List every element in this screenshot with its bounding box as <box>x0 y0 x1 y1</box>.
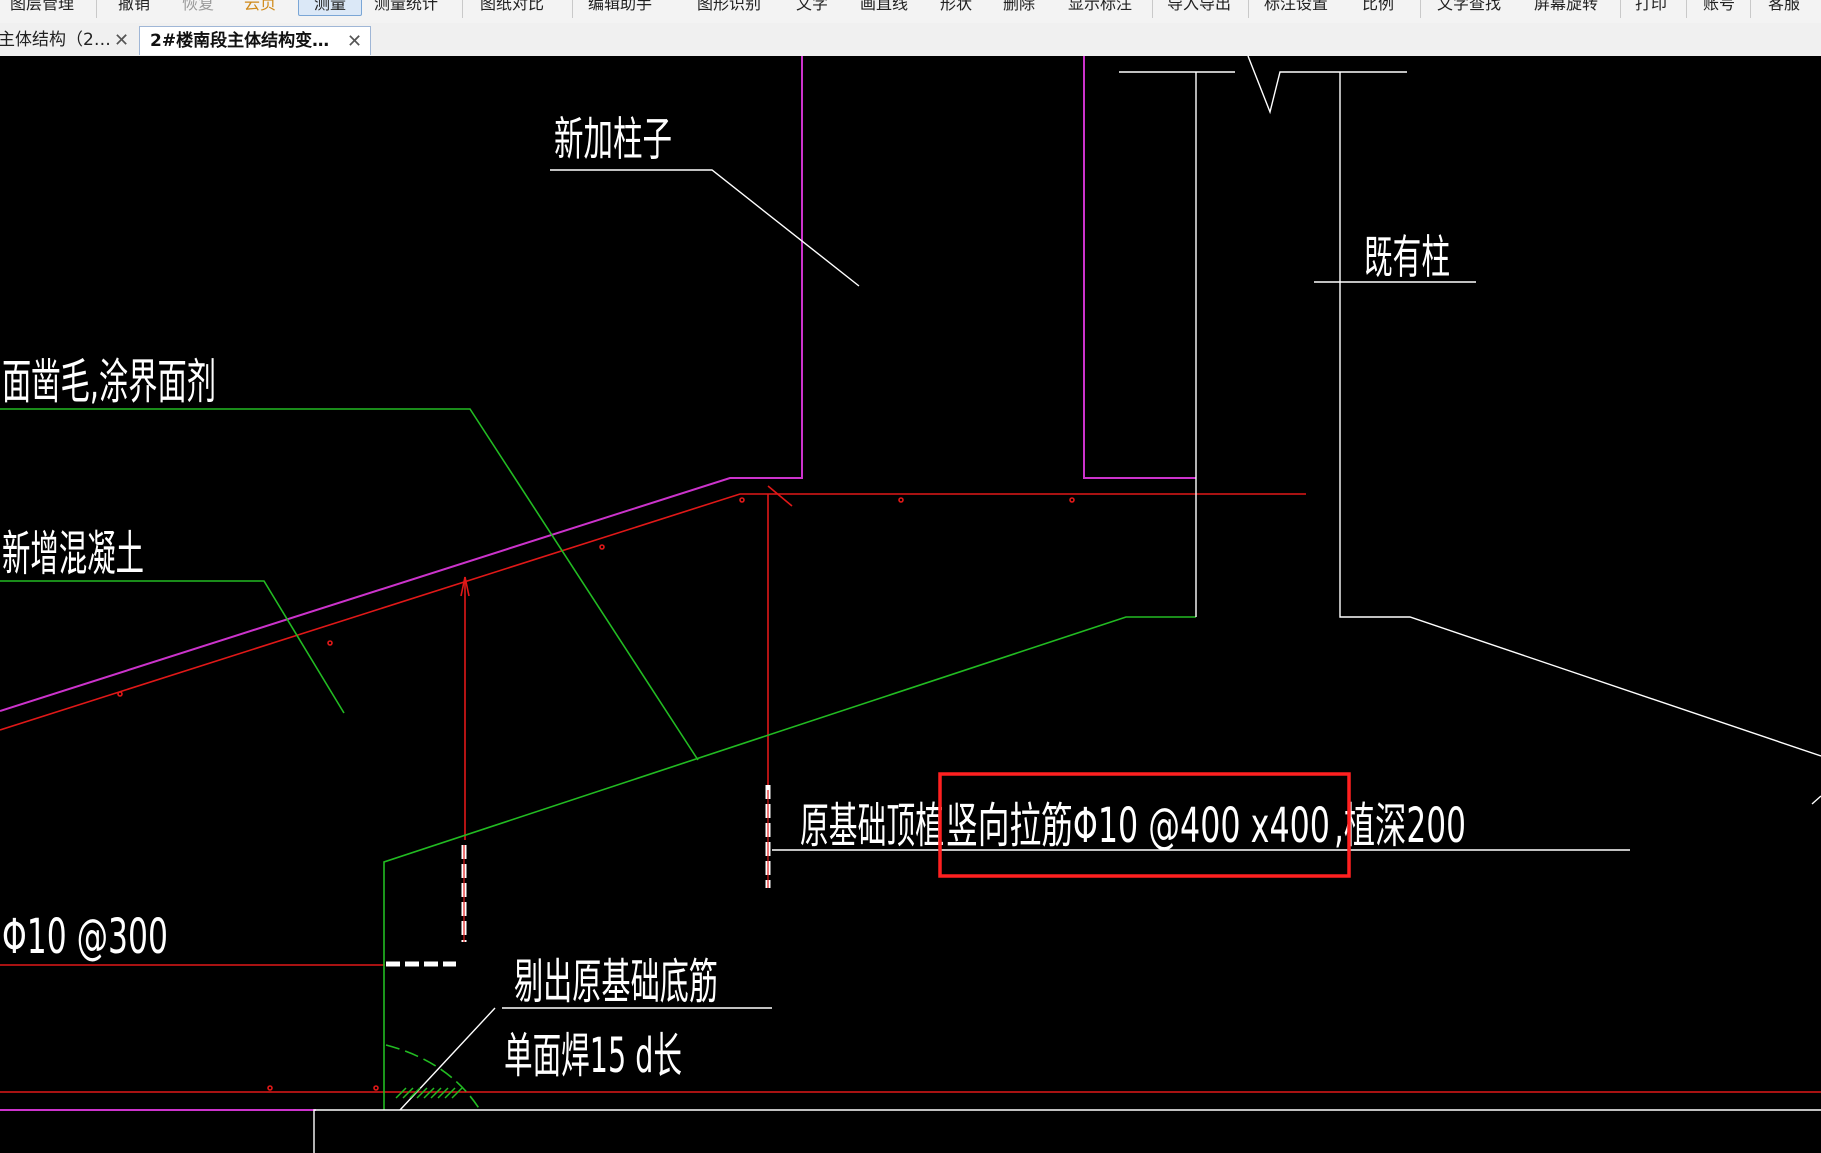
toolbar-button[interactable]: 文字查找 <box>1437 0 1501 16</box>
toolbar-button[interactable]: 客服 <box>1768 0 1800 16</box>
toolbar-separator <box>1750 0 1751 18</box>
toolbar-button[interactable]: 撤销 <box>118 0 150 16</box>
vertical-rebar-label-part1: 原基础顶植 <box>800 798 944 854</box>
vertical-rebar-label-part2: 竖向拉筋Φ10 @400 x400 <box>946 798 1330 854</box>
toolbar: 图层管理 撤销 恢复 云页 测量 测量统计 图纸对比 编辑助手 图形识别 文字 画直线 形状 删除 显示标… <box>0 0 1821 24</box>
toolbar-separator <box>1620 0 1621 18</box>
toolbar-separator <box>1248 0 1249 18</box>
toolbar-separator <box>1420 0 1421 18</box>
drawing-canvas[interactable]: 新加柱子 既有柱 面凿毛,涂界面剂 新增混凝土 Φ10 @300 原基础顶植 竖… <box>0 56 1821 1153</box>
tab-main-structure[interactable]: 主体结构（2… ✕ <box>0 26 138 55</box>
toolbar-button[interactable]: 画直线 <box>860 0 908 16</box>
toolbar-button[interactable]: 账号 <box>1703 0 1735 16</box>
toolbar-button[interactable]: 云页 <box>244 0 276 16</box>
chisel-note-label: 面凿毛,涂界面剂 <box>2 354 216 410</box>
close-icon[interactable]: ✕ <box>347 27 362 56</box>
tab-label: 2#楼南段主体结构变… <box>150 31 330 51</box>
new-column-label: 新加柱子 <box>554 112 672 166</box>
toolbar-separator <box>1686 0 1687 18</box>
toolbar-separator <box>1152 0 1153 18</box>
bottom-rebar-label: 剔出原基础底筋 <box>514 954 718 1010</box>
toolbar-button[interactable]: 比例 <box>1362 0 1394 16</box>
vertical-rebar-label-part3: ,植深200 <box>1334 798 1466 854</box>
toolbar-button[interactable]: 打印 <box>1635 0 1667 16</box>
toolbar-button[interactable]: 标注设置 <box>1264 0 1328 16</box>
toolbar-separator <box>462 0 463 18</box>
toolbar-button[interactable]: 图形识别 <box>697 0 761 16</box>
toolbar-button[interactable]: 屏幕旋转 <box>1534 0 1598 16</box>
weld-note-label: 单面焊15 d长 <box>504 1028 682 1084</box>
close-icon[interactable]: ✕ <box>114 26 129 55</box>
existing-column-label: 既有柱 <box>1364 230 1450 284</box>
toolbar-button[interactable]: 形状 <box>940 0 972 16</box>
toolbar-button[interactable]: 文字 <box>796 0 828 16</box>
toolbar-button[interactable]: 图层管理 <box>10 0 74 16</box>
toolbar-button[interactable]: 显示标注 <box>1068 0 1132 16</box>
toolbar-button[interactable]: 编辑助手 <box>588 0 652 16</box>
new-concrete-label: 新增混凝土 <box>2 526 144 582</box>
toolbar-button[interactable]: 测量统计 <box>374 0 438 16</box>
document-tab-bar: 主体结构（2… ✕ 2#楼南段主体结构变… ✕ <box>0 23 1821 57</box>
toolbar-button[interactable]: 测量 <box>298 0 362 16</box>
toolbar-button[interactable]: 图纸对比 <box>480 0 544 16</box>
tab-south-section-structure[interactable]: 2#楼南段主体结构变… ✕ <box>139 26 371 55</box>
tab-label: 主体结构（2… <box>0 30 111 50</box>
toolbar-button[interactable]: 恢复 <box>182 0 214 16</box>
toolbar-separator <box>96 0 97 18</box>
toolbar-button[interactable]: 删除 <box>1003 0 1035 16</box>
toolbar-button[interactable]: 导入导出 <box>1167 0 1231 16</box>
toolbar-separator <box>572 0 573 18</box>
rebar-spacing-label: Φ10 @300 <box>2 909 168 965</box>
